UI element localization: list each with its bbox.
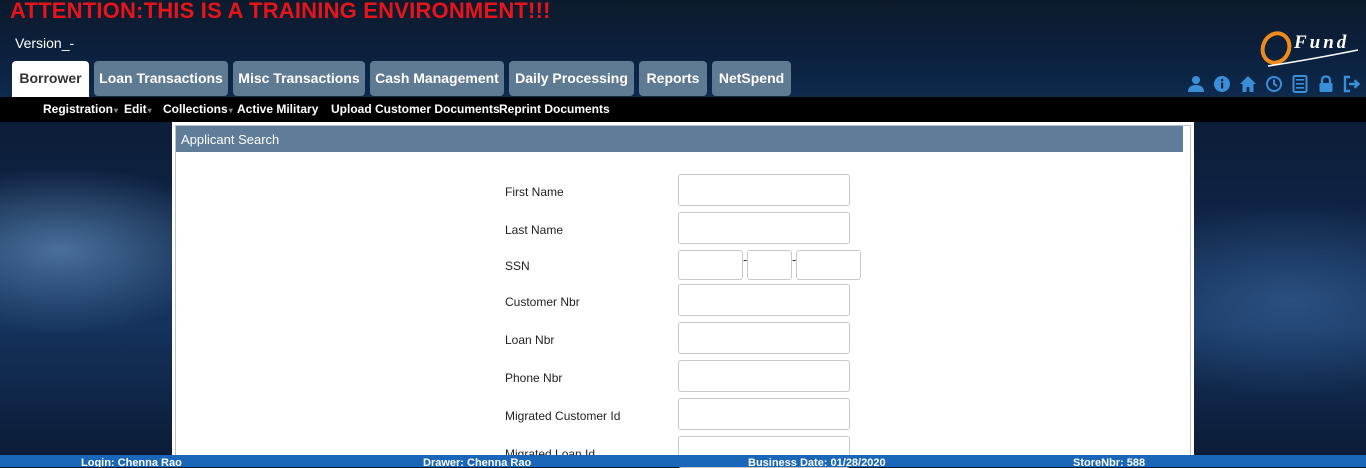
tab-misc-transactions[interactable]: Misc Transactions [233, 61, 365, 96]
chevron-down-icon: ▾ [147, 106, 152, 115]
chevron-down-icon: ▾ [114, 106, 119, 115]
user-icon[interactable] [1187, 75, 1205, 93]
home-icon[interactable] [1239, 75, 1257, 93]
status-footer: Login: Chenna Rao Drawer: Chenna Rao Bus… [0, 455, 1366, 467]
subnav-label: Collections [163, 102, 228, 116]
header: ATTENTION:THIS IS A TRAINING ENVIRONMENT… [0, 0, 1366, 97]
tab-loan-transactions[interactable]: Loan Transactions [94, 61, 228, 96]
calculator-icon[interactable] [1291, 75, 1309, 93]
subnav-label: Registration [43, 102, 114, 116]
clock-icon[interactable] [1265, 75, 1283, 93]
business-date-status: Business Date: 01/28/2020 [748, 457, 886, 467]
migrated-customer-id-input[interactable] [678, 398, 850, 430]
logout-icon[interactable] [1343, 75, 1361, 93]
qfund-logo: Fund [1258, 28, 1362, 72]
first-name-label: First Name [505, 185, 564, 199]
logo-text: Fund [1294, 32, 1350, 53]
subnav-label: Edit [124, 102, 147, 116]
subnav-upload-customer-documents[interactable]: Upload Customer Documents [331, 102, 500, 116]
login-status: Login: Chenna Rao [81, 457, 182, 467]
tab-cash-management[interactable]: Cash Management [370, 61, 504, 96]
subnav-registration[interactable]: Registration▾ [43, 102, 118, 116]
version-label: Version_- [15, 35, 75, 51]
ssn-part3-input[interactable] [796, 250, 861, 280]
drawer-status: Drawer: Chenna Rao [423, 457, 532, 467]
loan-nbr-label: Loan Nbr [505, 333, 555, 347]
info-icon[interactable] [1213, 75, 1231, 93]
tab-reports[interactable]: Reports [639, 61, 707, 96]
loan-nbr-input[interactable] [678, 322, 850, 354]
tab-daily-processing[interactable]: Daily Processing [509, 61, 634, 96]
customer-nbr-label: Customer Nbr [505, 295, 580, 309]
store-number-status: StoreNbr: 588 [1073, 457, 1146, 467]
subnav-collections[interactable]: Collections▾ [163, 102, 233, 116]
lock-icon[interactable] [1317, 75, 1335, 93]
panel-title: Applicant Search [176, 126, 1183, 152]
last-name-input[interactable] [678, 212, 850, 244]
tab-netspend[interactable]: NetSpend [712, 61, 791, 96]
ssn-label: SSN [505, 259, 530, 273]
ssn-part1-input[interactable] [678, 250, 743, 280]
migrated-customer-id-label: Migrated Customer Id [505, 409, 621, 423]
ssn-part2-input[interactable] [747, 250, 792, 280]
first-name-input[interactable] [678, 174, 850, 206]
tab-borrower[interactable]: Borrower [12, 61, 89, 97]
subnav-edit[interactable]: Edit▾ [124, 102, 152, 116]
subnav-reprint-documents[interactable]: Reprint Documents [499, 102, 610, 116]
last-name-label: Last Name [505, 223, 564, 237]
subnav-active-military[interactable]: Active Military [237, 102, 318, 116]
sub-navigation: Registration▾ Edit▾ Collections▾ Active … [0, 97, 1366, 122]
customer-nbr-input[interactable] [678, 284, 850, 316]
chevron-down-icon: ▾ [228, 106, 233, 115]
phone-nbr-input[interactable] [678, 360, 850, 392]
phone-nbr-label: Phone Nbr [505, 371, 563, 385]
training-banner: ATTENTION:THIS IS A TRAINING ENVIRONMENT… [10, 0, 551, 23]
